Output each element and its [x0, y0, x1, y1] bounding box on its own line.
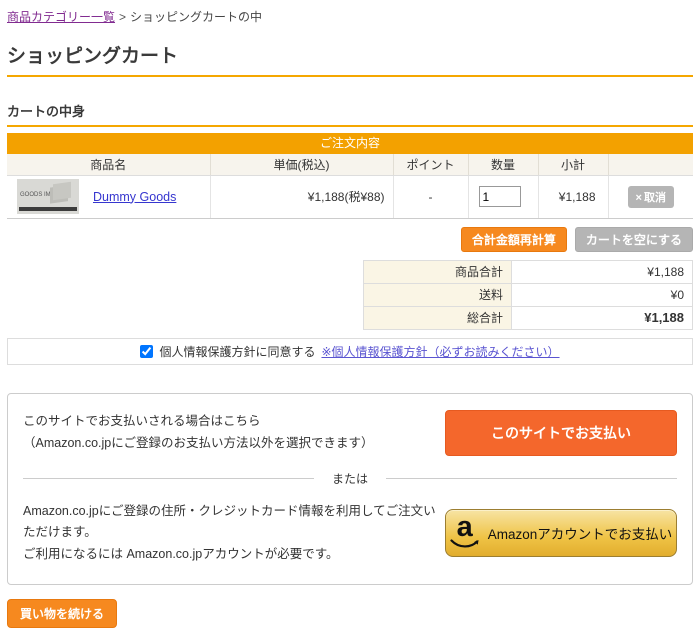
site-payment-row: このサイトでお支払いされる場合はこちら （Amazon.co.jpにご登録のお支…	[23, 410, 677, 456]
amazon-smile-icon	[450, 539, 480, 550]
amazon-logo-icon: a	[450, 516, 480, 550]
continue-shopping-wrap: 買い物を続ける	[7, 599, 693, 628]
col-subtotal: 小計	[538, 154, 608, 175]
cart-contents-heading: カートの中身	[7, 101, 693, 127]
breadcrumb-category-link[interactable]: 商品カテゴリー一覧	[7, 10, 115, 24]
site-payment-line1: このサイトでお支払いされる場合はこちら	[23, 411, 373, 433]
totals-table: 商品合計 ¥1,188 送料 ¥0 総合計 ¥1,188	[363, 260, 693, 330]
col-product-name: 商品名	[7, 154, 210, 175]
product-name-link[interactable]: Dummy Goods	[93, 190, 176, 204]
cart-table: 商品名 単価(税込) ポイント 数量 小計 GOODS IMAGE	[7, 154, 693, 219]
continue-shopping-button[interactable]: 買い物を続ける	[7, 599, 117, 628]
breadcrumb: 商品カテゴリー一覧 > ショッピングカートの中	[7, 8, 693, 25]
cancel-item-button[interactable]: ×取消	[628, 186, 674, 208]
table-row: 総合計 ¥1,188	[364, 306, 693, 329]
grand-total-value: ¥1,188	[512, 306, 693, 329]
page-title: ショッピングカート	[7, 41, 693, 77]
col-quantity: 数量	[468, 154, 538, 175]
breadcrumb-current: ショッピングカートの中	[130, 10, 262, 24]
col-points: ポイント	[393, 154, 468, 175]
subtotal-cell: ¥1,188	[538, 175, 608, 218]
quantity-input[interactable]	[479, 186, 521, 207]
amazon-payment-line2: ご利用になるには Amazon.co.jpアカウントが必要です。	[23, 544, 445, 566]
cart-item-row: GOODS IMAGE Dummy Goods ¥1,188(税¥88) - ¥…	[7, 175, 693, 218]
amazon-payment-description: Amazon.co.jpにご登録の住所・クレジットカード情報を利用してご注文いた…	[23, 501, 445, 567]
site-payment-description: このサイトでお支払いされる場合はこちら （Amazon.co.jpにご登録のお支…	[23, 411, 373, 455]
close-icon: ×	[636, 192, 642, 204]
cube-graphic	[53, 182, 71, 201]
divider-line	[386, 478, 677, 479]
divider-line	[23, 478, 314, 479]
amazon-pay-button[interactable]: a Amazonアカウントでお支払い	[445, 509, 677, 557]
order-details-header: ご注文内容	[7, 133, 693, 154]
cart-table-header-row: 商品名 単価(税込) ポイント 数量 小計	[7, 154, 693, 175]
recalculate-total-button[interactable]: 合計金額再計算	[461, 227, 567, 252]
items-total-label: 商品合計	[364, 260, 512, 283]
amazon-payment-row: Amazon.co.jpにご登録の住所・クレジットカード情報を利用してご注文いた…	[23, 501, 677, 567]
privacy-policy-link[interactable]: ※個人情報保護方針（必ずお読みください）	[321, 343, 559, 360]
shipping-value: ¥0	[512, 283, 693, 306]
privacy-agreement-bar: 個人情報保護方針に同意する ※個人情報保護方針（必ずお読みください）	[7, 338, 693, 365]
table-row: 商品合計 ¥1,188	[364, 260, 693, 283]
or-label: または	[314, 470, 386, 487]
col-unit-price: 単価(税込)	[210, 154, 393, 175]
privacy-agree-label: 個人情報保護方針に同意する	[159, 343, 315, 360]
thumbnail-bar	[19, 207, 77, 211]
product-thumbnail: GOODS IMAGE	[17, 179, 79, 214]
empty-cart-button[interactable]: カートを空にする	[575, 227, 693, 252]
privacy-agree-checkbox[interactable]	[140, 345, 153, 358]
amazon-payment-line1: Amazon.co.jpにご登録の住所・クレジットカード情報を利用してご注文いた…	[23, 501, 445, 545]
shipping-label: 送料	[364, 283, 512, 306]
site-payment-line2: （Amazon.co.jpにご登録のお支払い方法以外を選択できます）	[23, 433, 373, 455]
amazon-pay-label: Amazonアカウントでお支払い	[488, 523, 673, 543]
shopping-cart-page: 商品カテゴリー一覧 > ショッピングカートの中 ショッピングカート カートの中身 ご…	[0, 0, 700, 628]
cancel-label: 取消	[644, 192, 666, 204]
breadcrumb-separator: >	[119, 10, 126, 24]
cart-actions: 合計金額再計算 カートを空にする	[7, 227, 693, 252]
grand-total-label: 総合計	[364, 306, 512, 329]
table-row: 送料 ¥0	[364, 283, 693, 306]
unit-price-cell: ¥1,188(税¥88)	[210, 175, 393, 218]
col-actions	[608, 154, 693, 175]
pay-on-site-button[interactable]: このサイトでお支払い	[445, 410, 677, 456]
amazon-a-letter: a	[457, 516, 473, 539]
payment-options-box: このサイトでお支払いされる場合はこちら （Amazon.co.jpにご登録のお支…	[7, 393, 693, 586]
points-cell: -	[393, 175, 468, 218]
product-cell: GOODS IMAGE Dummy Goods	[7, 179, 210, 214]
or-divider: または	[23, 470, 677, 487]
items-total-value: ¥1,188	[512, 260, 693, 283]
